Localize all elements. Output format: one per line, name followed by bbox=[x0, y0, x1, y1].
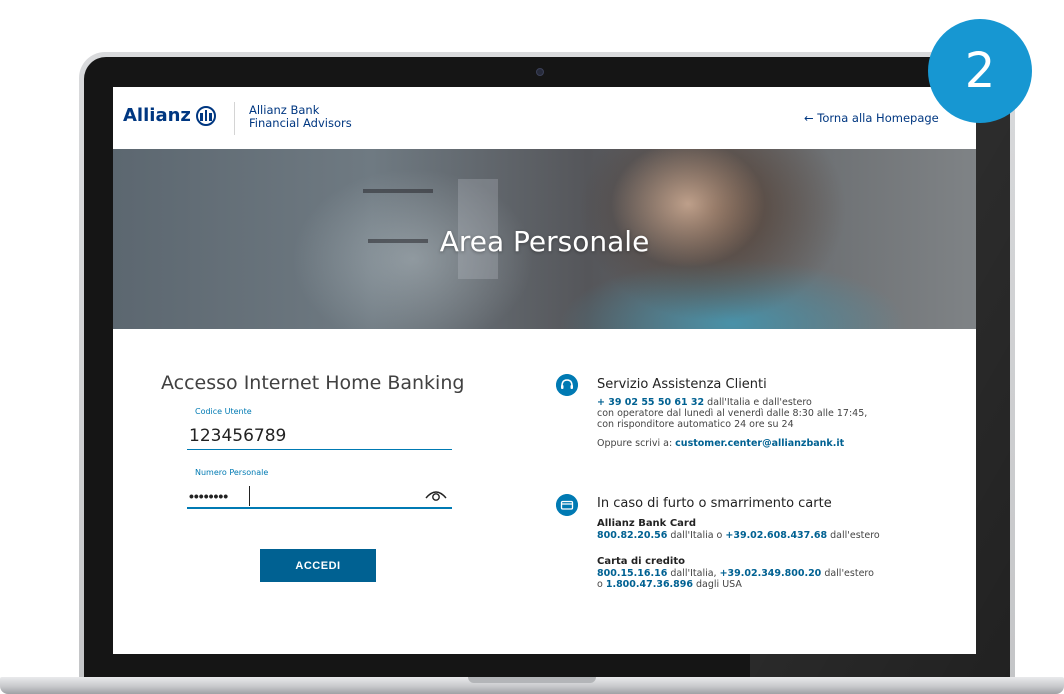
credit-card-phone-italy[interactable]: 800.15.16.16 bbox=[597, 568, 667, 579]
laptop-base-notch bbox=[468, 677, 596, 683]
theft-title: In caso di furto o smarrimento carte bbox=[597, 496, 832, 511]
brand-subtitle: Allianz Bank Financial Advisors bbox=[249, 104, 352, 130]
assistance-phone-suffix: dall'Italia e dall'estero bbox=[704, 397, 812, 408]
credit-card-phone-usa[interactable]: 1.800.47.36.896 bbox=[606, 579, 693, 590]
username-label: Codice Utente bbox=[195, 407, 252, 416]
back-to-homepage-link[interactable]: ← Torna alla Homepage bbox=[804, 111, 939, 125]
bank-card-heading: Allianz Bank Card bbox=[597, 518, 696, 529]
allianz-eagle-icon bbox=[195, 105, 216, 126]
step-badge: 2 bbox=[928, 19, 1032, 123]
eye-icon[interactable] bbox=[425, 488, 447, 502]
credit-card-mid-text: dall'Italia, bbox=[667, 568, 720, 579]
assistance-auto-line: con risponditore automatico 24 ore su 24 bbox=[597, 419, 794, 430]
assistance-email-prefix: Oppure scrivi a: bbox=[597, 438, 676, 449]
credit-card-usa-line: o 1.800.47.36.896 dagli USA bbox=[597, 579, 742, 590]
bank-card-mid-text: dall'Italia o bbox=[667, 530, 726, 541]
credit-card-phones: 800.15.16.16 dall'Italia, +39.02.349.800… bbox=[597, 568, 874, 579]
assistance-email-link[interactable]: customer.center@allianzbank.it bbox=[675, 438, 844, 449]
page-title: Area Personale bbox=[439, 225, 650, 258]
bank-card-phones: 800.82.20.56 dall'Italia o +39.02.608.43… bbox=[597, 530, 880, 541]
allianz-logo[interactable]: Allianz bbox=[123, 105, 216, 126]
credit-card-usa-suffix: dagli USA bbox=[693, 579, 742, 590]
username-underline bbox=[187, 449, 452, 450]
bank-card-suffix: dall'estero bbox=[827, 530, 880, 541]
text-caret bbox=[249, 486, 250, 506]
browser-screen: Allianz Allianz Bank Financial Advisors … bbox=[113, 87, 976, 654]
bank-card-phone-abroad[interactable]: +39.02.608.437.68 bbox=[725, 530, 827, 541]
hero-banner: Area Personale bbox=[113, 149, 976, 329]
password-label: Numero Personale bbox=[195, 468, 269, 477]
hero-shelf bbox=[363, 189, 433, 193]
assistance-phone-line: + 39 02 55 50 61 32 dall'Italia e dall'e… bbox=[597, 397, 812, 408]
site-header: Allianz Allianz Bank Financial Advisors … bbox=[113, 87, 976, 149]
login-title: Accesso Internet Home Banking bbox=[161, 372, 465, 394]
credit-card-heading: Carta di credito bbox=[597, 556, 685, 567]
brand-line-2: Financial Advisors bbox=[249, 116, 352, 130]
card-icon bbox=[556, 494, 578, 516]
password-underline bbox=[187, 507, 452, 509]
bank-card-phone-italy[interactable]: 800.82.20.56 bbox=[597, 530, 667, 541]
credit-card-suffix: dall'estero bbox=[821, 568, 874, 579]
headset-icon bbox=[556, 374, 578, 396]
credit-card-usa-prefix: o bbox=[597, 579, 606, 590]
header-divider bbox=[234, 102, 235, 135]
assistance-phone-link[interactable]: + 39 02 55 50 61 32 bbox=[597, 397, 704, 408]
assistance-title: Servizio Assistenza Clienti bbox=[597, 377, 767, 392]
password-input[interactable]: •••••••• bbox=[189, 488, 228, 504]
assistance-email-line: Oppure scrivi a: customer.center@allianz… bbox=[597, 438, 844, 449]
logo-text: Allianz bbox=[123, 105, 191, 126]
credit-card-phone-abroad[interactable]: +39.02.349.800.20 bbox=[720, 568, 822, 579]
assistance-hours-line: con operatore dal lunedì al venerdì dall… bbox=[597, 408, 868, 419]
camera-icon bbox=[536, 68, 544, 76]
login-button[interactable]: ACCEDI bbox=[260, 549, 376, 582]
username-input[interactable]: 123456789 bbox=[189, 426, 286, 446]
